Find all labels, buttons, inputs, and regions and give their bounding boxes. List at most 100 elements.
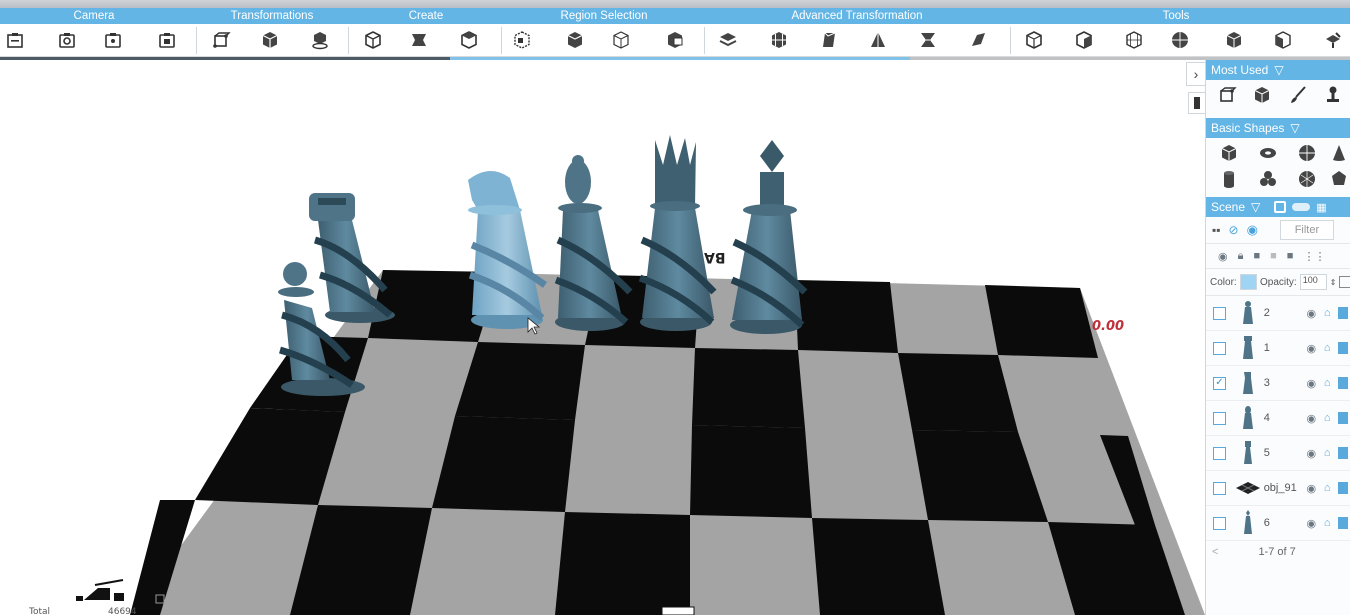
row-checkbox[interactable] bbox=[1213, 516, 1226, 530]
prev-page-button[interactable]: < bbox=[1212, 546, 1218, 558]
scene-row[interactable]: ✓ 3 ◉ ⌂ bbox=[1206, 366, 1350, 401]
scene-row[interactable]: 6 ◉ ⌂ bbox=[1206, 506, 1350, 541]
camera-view-icon[interactable] bbox=[3, 29, 27, 51]
tool-cube-faces-icon[interactable] bbox=[1271, 29, 1295, 51]
shape-sphere-icon[interactable] bbox=[1287, 140, 1326, 166]
region-select-wire-icon[interactable] bbox=[609, 29, 633, 51]
shape-cone-icon[interactable] bbox=[1327, 140, 1350, 166]
stamp-icon[interactable] bbox=[1316, 82, 1350, 108]
tool-cube-shaded-icon[interactable] bbox=[1222, 29, 1246, 51]
king-piece[interactable] bbox=[730, 140, 808, 334]
cube-filter-icon[interactable]: ■ bbox=[1253, 250, 1260, 262]
material-icon[interactable] bbox=[1335, 445, 1350, 461]
tool-cube-outline-icon[interactable] bbox=[1022, 29, 1046, 51]
create-extrude-icon[interactable] bbox=[407, 29, 431, 51]
row-checkbox[interactable] bbox=[1213, 341, 1226, 355]
camera-reset-icon[interactable] bbox=[155, 29, 179, 51]
opacity-stepper-icon[interactable]: ⇕ bbox=[1330, 278, 1337, 287]
eye-icon[interactable]: ◉ bbox=[1303, 340, 1319, 356]
scene-row[interactable]: obj_91 ◉ ⌂ bbox=[1206, 471, 1350, 506]
shape-geosphere-icon[interactable] bbox=[1287, 166, 1326, 192]
advanced-subdivide-icon[interactable] bbox=[767, 29, 791, 51]
scene-header[interactable]: Scene ▽ ▦ bbox=[1206, 197, 1350, 217]
basic-shapes-header[interactable]: Basic Shapes ▽ bbox=[1206, 118, 1350, 138]
advanced-taper-icon[interactable] bbox=[866, 29, 890, 51]
material-icon[interactable] bbox=[1335, 305, 1350, 321]
eye-icon[interactable]: ◉ bbox=[1303, 410, 1319, 426]
eye-filter-icon[interactable]: ◉ bbox=[1218, 250, 1228, 263]
cube-icon[interactable] bbox=[1245, 82, 1281, 108]
opacity-input[interactable]: 100 bbox=[1299, 274, 1327, 290]
eye-icon[interactable]: ◉ bbox=[1247, 222, 1258, 238]
advanced-warp-icon[interactable] bbox=[817, 29, 841, 51]
panel-toggle-button[interactable] bbox=[1188, 92, 1206, 114]
bishop-piece[interactable] bbox=[554, 155, 633, 331]
transform-move-icon[interactable] bbox=[258, 29, 282, 51]
camera-snapshot-icon[interactable] bbox=[55, 29, 79, 51]
shape-cube-icon[interactable] bbox=[1209, 140, 1248, 166]
merge-icon[interactable]: ▪▪ bbox=[1212, 223, 1221, 237]
camera-focus-icon[interactable] bbox=[101, 29, 125, 51]
region-select-split-icon[interactable] bbox=[663, 29, 687, 51]
row-checkbox-checked[interactable]: ✓ bbox=[1213, 376, 1226, 390]
region-select-box-icon[interactable] bbox=[510, 29, 534, 51]
material-icon[interactable] bbox=[1335, 340, 1350, 356]
apply-icon[interactable] bbox=[1339, 276, 1350, 288]
visibility-off-icon[interactable]: ⊘ bbox=[1229, 223, 1239, 237]
transform-place-icon[interactable] bbox=[308, 29, 332, 51]
most-used-header[interactable]: Most Used ▽ bbox=[1206, 60, 1350, 80]
3d-viewport[interactable]: BA 0.00 Total 46694 bbox=[0, 60, 1205, 615]
solid-filter-icon[interactable]: ■ bbox=[1287, 250, 1294, 262]
eye-icon[interactable]: ◉ bbox=[1303, 305, 1319, 321]
advanced-layers-icon[interactable] bbox=[716, 29, 740, 51]
scene-row[interactable]: 4 ◉ ⌂ bbox=[1206, 401, 1350, 436]
shape-polyhedron-icon[interactable] bbox=[1327, 166, 1350, 192]
eye-icon[interactable]: ◉ bbox=[1303, 515, 1319, 531]
scene-row[interactable]: 1 ◉ ⌂ bbox=[1206, 331, 1350, 366]
row-checkbox[interactable] bbox=[1213, 481, 1226, 495]
transform-box-icon[interactable] bbox=[1209, 82, 1245, 108]
eye-icon[interactable]: ◉ bbox=[1303, 375, 1319, 391]
tool-sphere-icon[interactable] bbox=[1168, 29, 1192, 51]
filter-input[interactable]: Filter bbox=[1279, 220, 1334, 240]
brush-icon[interactable] bbox=[1280, 82, 1316, 108]
create-cube-outline-icon[interactable] bbox=[361, 29, 385, 51]
color-swatch[interactable] bbox=[1239, 274, 1258, 290]
lock-icon[interactable]: ⌂ bbox=[1319, 515, 1335, 531]
material-icon[interactable] bbox=[1335, 410, 1350, 426]
toggle-switch-icon[interactable] bbox=[1292, 203, 1311, 211]
shape-torus-icon[interactable] bbox=[1248, 140, 1287, 166]
shape-spheres-icon[interactable] bbox=[1248, 166, 1287, 192]
grid-view-icon[interactable]: ▦ bbox=[1316, 201, 1326, 214]
material-icon[interactable] bbox=[1335, 515, 1350, 531]
advanced-bend-icon[interactable] bbox=[966, 29, 990, 51]
lock-icon[interactable]: ⌂ bbox=[1319, 480, 1335, 496]
material-icon[interactable] bbox=[1335, 480, 1350, 496]
lock-icon[interactable]: ⌂ bbox=[1319, 340, 1335, 356]
tool-paint-icon[interactable] bbox=[1321, 29, 1345, 51]
view-toggle-icon[interactable] bbox=[1274, 201, 1287, 213]
material-icon[interactable] bbox=[1335, 375, 1350, 391]
row-checkbox[interactable] bbox=[1213, 306, 1226, 320]
transform-box-icon[interactable] bbox=[209, 29, 233, 51]
panel-collapse-button[interactable]: › bbox=[1186, 62, 1206, 86]
tool-cube-half-icon[interactable] bbox=[1072, 29, 1096, 51]
create-solid-icon[interactable] bbox=[457, 29, 481, 51]
shape-cylinder-icon[interactable] bbox=[1209, 166, 1248, 192]
region-select-solid-icon[interactable] bbox=[563, 29, 587, 51]
eye-icon[interactable]: ◉ bbox=[1303, 480, 1319, 496]
row-checkbox[interactable] bbox=[1213, 446, 1226, 460]
lock-icon[interactable]: ⌂ bbox=[1319, 410, 1335, 426]
advanced-twist-icon[interactable] bbox=[916, 29, 940, 51]
lock-filter-icon[interactable]: 🔒︎ bbox=[1238, 250, 1244, 263]
queen-piece[interactable] bbox=[638, 135, 717, 331]
lock-icon[interactable]: ⌂ bbox=[1319, 305, 1335, 321]
knight-piece-selected[interactable] bbox=[468, 170, 548, 329]
wire-filter-icon[interactable]: ■ bbox=[1270, 250, 1277, 262]
row-checkbox[interactable] bbox=[1213, 411, 1226, 425]
lock-icon[interactable]: ⌂ bbox=[1319, 445, 1335, 461]
tool-cube-grid-icon[interactable] bbox=[1122, 29, 1146, 51]
eye-icon[interactable]: ◉ bbox=[1303, 445, 1319, 461]
lock-icon[interactable]: ⌂ bbox=[1319, 375, 1335, 391]
scene-row[interactable]: 2 ◉ ⌂ bbox=[1206, 296, 1350, 331]
